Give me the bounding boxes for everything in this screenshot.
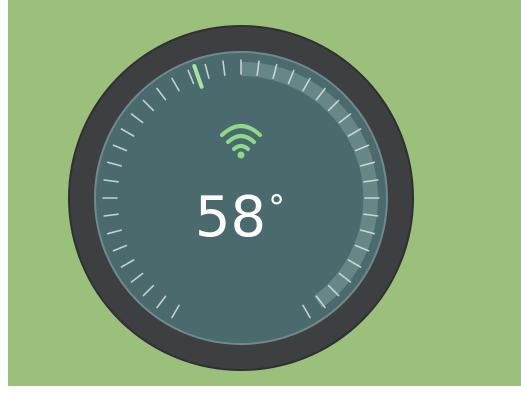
temperature-value: 58: [194, 185, 267, 250]
canvas: 58°: [0, 0, 521, 393]
degree-symbol: °: [268, 188, 286, 228]
temperature-reading: 58°: [160, 178, 320, 258]
